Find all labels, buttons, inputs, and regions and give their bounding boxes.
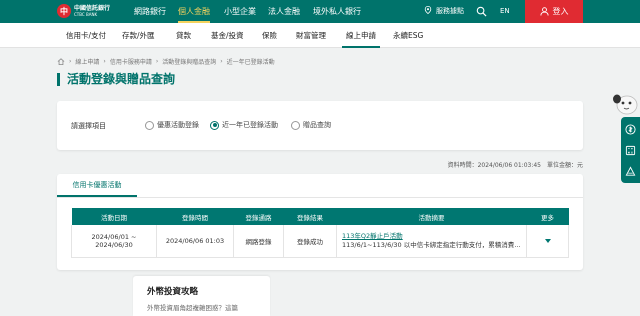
event-title-link[interactable]: 113年Q2靜止戶活動 — [342, 232, 403, 240]
registered-events-table: 活動日期 登錄時間 登錄通路 登錄結果 活動摘要 更多 2024/06/01 ~… — [71, 208, 569, 258]
language-switch[interactable]: EN — [500, 0, 510, 23]
table-row: 2024/06/01 ~ 2024/06/30 2024/06/06 01:03… — [71, 225, 569, 258]
radio-label: 贈品查詢 — [303, 121, 331, 129]
breadcrumb-event-registration[interactable]: 活動登錄與贈品查詢 — [162, 57, 216, 66]
radio-gift-query[interactable]: 贈品查詢 — [291, 120, 331, 130]
radio-registered-events[interactable]: 近一年已登錄活動 — [210, 120, 278, 130]
ctbc-logo[interactable]: 中 中國信託銀行 CTBC BANK — [57, 4, 110, 18]
radio-dot — [145, 120, 154, 130]
location-pin-icon — [424, 6, 432, 14]
radio-dot-selected — [210, 120, 219, 130]
radio-label: 近一年已登錄活動 — [222, 121, 278, 129]
col-header-channel: 登錄通路 — [233, 208, 284, 225]
logo-name-en: CTBC BANK — [74, 11, 98, 17]
col-header-more: 更多 — [526, 208, 569, 225]
data-time-info: 資料時間：2024/06/06 01:03:45 單位金額：元 — [447, 162, 583, 169]
breadcrumb: › 線上申請 › 信用卡服務申請 › 活動登錄與贈品查詢 › 近一年已登錄活動 — [57, 57, 275, 66]
results-card: 信用卡優惠活動 活動日期 登錄時間 登錄通路 登錄結果 活動摘要 更多 2024… — [57, 174, 583, 270]
calculator-icon[interactable] — [625, 145, 636, 156]
coin-icon[interactable] — [625, 124, 636, 135]
col-header-time: 登錄時間 — [156, 208, 234, 225]
user-icon — [539, 7, 549, 16]
selector-card: 請選擇項目 優惠活動登錄 近一年已登錄活動 贈品查詢 — [57, 101, 583, 150]
subnav-item-wealth[interactable]: 財富管理 — [296, 23, 326, 48]
search-icon[interactable] — [476, 6, 487, 17]
service-locations-link[interactable]: 服務據點 — [424, 0, 464, 23]
login-button[interactable]: 登入 — [525, 0, 583, 23]
promo-title: 外幣投資攻略 — [147, 287, 199, 297]
radio-event-registration[interactable]: 優惠活動登錄 — [145, 120, 199, 130]
triangle-icon[interactable] — [625, 166, 636, 177]
subnav-item-online-apply[interactable]: 線上申請 — [342, 23, 380, 48]
page-title: 活動登錄與贈品查詢 — [57, 73, 175, 86]
promo-card[interactable]: 外幣投資攻略 外幣投資眉角超複雜困惑？這篇 — [133, 276, 270, 316]
cell-time: 2024/06/06 01:03 — [156, 225, 234, 258]
topnav-item-ebank[interactable]: 網路銀行 — [134, 0, 166, 23]
subnav-item-loan[interactable]: 貸款 — [176, 23, 191, 48]
top-bar: 中 中國信託銀行 CTBC BANK 網路銀行 個人金融 小型企業 法人金融 境… — [0, 0, 640, 23]
topnav-item-sme[interactable]: 小型企業 — [224, 0, 256, 23]
col-header-summary: 活動摘要 — [336, 208, 527, 225]
breadcrumb-online-apply[interactable]: 線上申請 — [75, 57, 99, 66]
side-tools-bar — [621, 117, 640, 183]
chevron-down-icon[interactable] — [544, 238, 551, 243]
radio-label: 優惠活動登錄 — [157, 121, 199, 129]
subnav-item-esg[interactable]: 永續ESG — [393, 23, 423, 48]
event-description: 113/6/1~113/6/30 以中信卡綁定指定行動支付，累積消費滿... — [342, 240, 526, 249]
cell-date: 2024/06/01 ~ 2024/06/30 — [71, 225, 157, 258]
col-header-result: 登錄結果 — [283, 208, 337, 225]
subnav-item-credit-card[interactable]: 信用卡/支付 — [66, 23, 106, 48]
ctbc-logo-mark: 中 — [57, 4, 71, 18]
selector-label: 請選擇項目 — [71, 122, 106, 130]
col-header-date: 活動日期 — [71, 208, 157, 225]
breadcrumb-current: 近一年已登錄活動 — [226, 59, 275, 66]
subnav-item-insurance[interactable]: 保險 — [262, 23, 277, 48]
topnav-item-personal[interactable]: 個人金融 — [178, 0, 210, 23]
radio-dot — [291, 120, 300, 130]
mascot-icon[interactable] — [607, 90, 640, 116]
logo-name-zh: 中國信託銀行 — [74, 4, 111, 12]
cell-result: 登錄成功 — [283, 225, 337, 258]
service-locations-label: 服務據點 — [436, 7, 464, 15]
topnav-item-private-bank[interactable]: 境外私人銀行 — [313, 0, 361, 23]
tab-divider — [57, 197, 583, 198]
breadcrumb-card-service[interactable]: 信用卡服務申請 — [110, 57, 152, 66]
tab-credit-card-offers[interactable]: 信用卡優惠活動 — [57, 174, 137, 197]
home-icon[interactable] — [57, 58, 65, 65]
cell-more[interactable] — [526, 225, 569, 258]
subnav-item-fund[interactable]: 基金/投資 — [211, 23, 244, 48]
cell-summary: 113年Q2靜止戶活動 113/6/1~113/6/30 以中信卡綁定指定行動支… — [336, 225, 527, 258]
sub-navigation: 信用卡/支付 存款/外匯 貸款 基金/投資 保險 財富管理 線上申請 永續ESG — [0, 23, 640, 48]
subnav-item-deposit[interactable]: 存款/外匯 — [122, 23, 155, 48]
cell-channel: 網路登錄 — [233, 225, 284, 258]
login-label: 登入 — [552, 7, 569, 16]
topnav-item-corporate[interactable]: 法人金融 — [268, 0, 300, 23]
promo-subtitle: 外幣投資眉角超複雜困惑？這篇 — [147, 304, 238, 312]
